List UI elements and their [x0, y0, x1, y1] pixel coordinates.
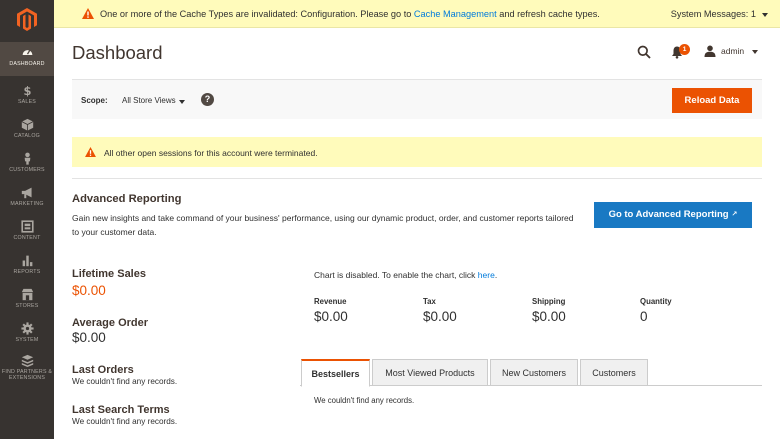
advanced-reporting-description: Gain new insights and take command of yo…: [72, 213, 574, 237]
sidebar-item-stores[interactable]: STORES: [0, 284, 54, 318]
system-messages-toggle[interactable]: System Messages: 1: [671, 9, 768, 19]
tax-value: $0.00: [423, 309, 457, 324]
box-icon: [21, 118, 33, 131]
tab-empty-message: We couldn't find any records.: [314, 396, 415, 405]
chart-disabled-message: Chart is disabled. To enable the chart, …: [314, 270, 498, 280]
dashboard-tabs: Bestsellers Most Viewed Products New Cus…: [300, 358, 762, 387]
speedometer-icon: [22, 49, 32, 55]
gear-icon: [20, 322, 34, 335]
revenue-value: $0.00: [314, 309, 348, 324]
warning-icon: [82, 8, 94, 19]
scope-label: Scope:: [81, 96, 108, 105]
sidebar-item-partners[interactable]: FIND PARTNERS & EXTENSIONS: [0, 350, 54, 390]
warning-icon: [85, 147, 96, 157]
sidebar-item-label: SALES: [17, 99, 37, 105]
sidebar-item-label: FIND PARTNERS & EXTENSIONS: [1, 369, 53, 381]
admin-user-label[interactable]: admin: [721, 46, 744, 56]
sidebar-item-sales[interactable]: $ SALES: [0, 80, 54, 114]
store-icon: [21, 288, 33, 301]
content-icon: [20, 220, 34, 233]
sidebar-item-reports[interactable]: REPORTS: [0, 250, 54, 284]
lifetime-sales-label: Lifetime Sales: [72, 268, 146, 280]
sidebar-item-content[interactable]: CONTENT: [0, 216, 54, 250]
quantity-value: 0: [640, 309, 648, 324]
tab-new-customers[interactable]: New Customers: [490, 359, 578, 386]
sidebar-item-marketing[interactable]: MARKETING: [0, 182, 54, 216]
sidebar-item-label: REPORTS: [13, 269, 41, 275]
sidebar-item-label: MARKETING: [10, 201, 44, 207]
advanced-reporting-title: Advanced Reporting: [72, 193, 182, 205]
chevron-down-icon[interactable]: [752, 50, 758, 54]
store-view-switcher[interactable]: All Store Views: [122, 96, 176, 105]
sidebar-item-customers[interactable]: CUSTOMERS: [0, 148, 54, 182]
enable-chart-link[interactable]: here: [478, 270, 495, 280]
lifetime-sales-value: $0.00: [72, 283, 106, 298]
sidebar-item-label: DASHBOARD: [9, 61, 45, 67]
sidebar-item-dashboard[interactable]: DASHBOARD: [0, 42, 54, 76]
tab-most-viewed-products[interactable]: Most Viewed Products: [372, 359, 488, 386]
person-icon: [24, 152, 30, 165]
svg-text:$: $: [23, 84, 31, 97]
last-search-terms-empty: We couldn't find any records.: [72, 417, 178, 426]
sidebar-item-label: STORES: [15, 303, 39, 309]
shipping-value: $0.00: [532, 309, 566, 324]
megaphone-icon: [21, 187, 32, 199]
average-order-value: $0.00: [72, 330, 106, 345]
shipping-label: Shipping: [532, 297, 566, 306]
system-message-text: One or more of the Cache Types are inval…: [100, 9, 600, 19]
average-order-label: Average Order: [72, 317, 149, 329]
revenue-label: Revenue: [314, 297, 347, 306]
bar-chart-icon: [22, 255, 32, 267]
quantity-label: Quantity: [640, 297, 672, 306]
magento-logo-icon: [17, 7, 37, 31]
notice-text: All other open sessions for this account…: [104, 148, 318, 158]
tab-bestsellers[interactable]: Bestsellers: [301, 359, 370, 387]
sidebar-item-label: SYSTEM: [15, 337, 39, 343]
cache-management-link[interactable]: Cache Management: [414, 9, 497, 19]
scope-bar: Scope: All Store Views ? Reload Data: [72, 79, 762, 119]
tax-label: Tax: [423, 297, 436, 306]
session-notice: All other open sessions for this account…: [72, 137, 762, 167]
help-icon[interactable]: ?: [201, 93, 214, 106]
dollar-icon: $: [23, 84, 31, 97]
magento-logo[interactable]: [0, 0, 54, 38]
sidebar-item-label: CATALOG: [14, 133, 40, 139]
chevron-down-icon: [762, 12, 768, 17]
admin-sidebar: DASHBOARD $ SALES CATALOG CUSTOMERS MARK…: [0, 0, 54, 439]
sidebar-item-catalog[interactable]: CATALOG: [0, 114, 54, 148]
notifications-badge: 1: [679, 44, 690, 55]
sidebar-item-label: CONTENT: [13, 235, 41, 241]
last-orders-label: Last Orders: [72, 364, 134, 376]
go-to-advanced-reporting-button[interactable]: Go to Advanced Reporting ↗: [594, 202, 752, 228]
last-search-terms-label: Last Search Terms: [72, 404, 170, 416]
sidebar-item-system[interactable]: SYSTEM: [0, 318, 54, 352]
tab-customers[interactable]: Customers: [580, 359, 648, 386]
reload-data-button[interactable]: Reload Data: [672, 88, 752, 113]
external-link-icon: ↗: [731, 211, 738, 218]
last-orders-empty: We couldn't find any records.: [72, 377, 178, 386]
user-icon[interactable]: [704, 45, 716, 57]
chevron-down-icon[interactable]: [179, 100, 185, 104]
sidebar-item-label: CUSTOMERS: [9, 167, 45, 173]
system-message-bar: One or more of the Cache Types are inval…: [54, 0, 780, 28]
page-title: Dashboard: [72, 42, 163, 63]
divider: [72, 178, 762, 179]
extensions-icon: [21, 354, 33, 367]
search-icon[interactable]: [637, 45, 651, 59]
